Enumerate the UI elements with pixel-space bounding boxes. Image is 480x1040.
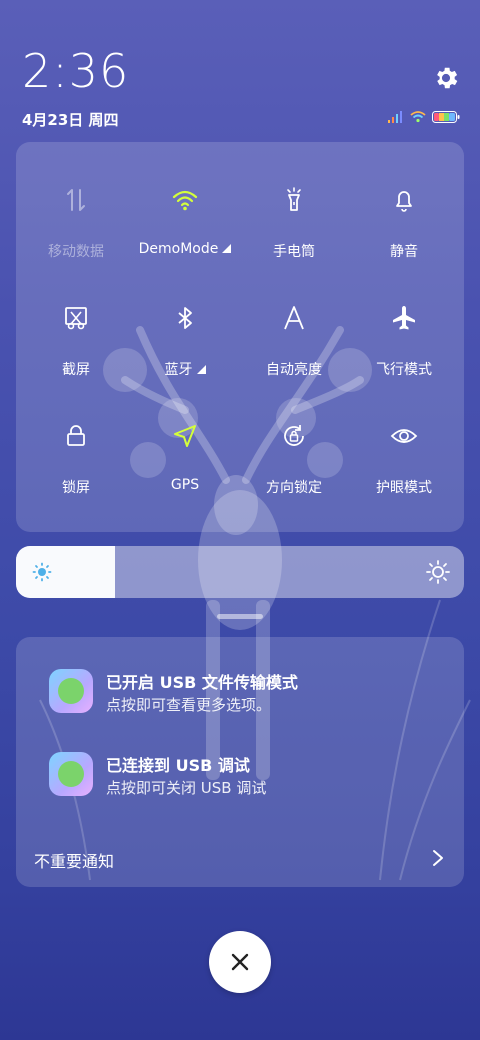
location-arrow-icon (174, 425, 196, 447)
android-app-icon (49, 752, 93, 796)
brightness-slider[interactable] (16, 546, 464, 598)
rotation-lock-icon (284, 425, 304, 446)
mobile-data-icon (67, 189, 85, 211)
notification-body: 点按即可关闭 USB 调试 (106, 779, 267, 797)
airplane-icon (393, 306, 415, 330)
tile-label: 移动数据 (48, 244, 104, 260)
tile-lock-screen[interactable]: 锁屏 (20, 380, 132, 496)
tile-label: 飞行模式 (376, 362, 432, 378)
android-app-icon (49, 669, 93, 713)
expand-triangle-icon (196, 365, 206, 374)
notification-title: 已开启 USB 文件传输模式 (106, 673, 298, 692)
screenshot-icon (65, 307, 87, 330)
tile-label: GPS (170, 477, 200, 493)
tile-label: 蓝牙 (164, 362, 193, 378)
tile-auto-brightness[interactable]: 自动亮度 (238, 262, 350, 378)
clear-all-button[interactable] (209, 931, 271, 993)
tile-label: 静音 (390, 244, 418, 260)
tile-label: 手电筒 (273, 244, 315, 260)
notification-usb-debug[interactable]: 已连接到 USB 调试 点按即可关闭 USB 调试 (32, 752, 452, 804)
tile-eye-care[interactable]: 护眼模式 (348, 380, 460, 496)
wifi-icon (172, 190, 198, 211)
tile-label: 自动亮度 (266, 362, 322, 378)
tile-label: 锁屏 (62, 480, 90, 496)
brightness-low-icon (32, 562, 52, 582)
status-bar: 2:36 4月23日 周四 (0, 0, 480, 140)
tile-airplane[interactable]: 飞行模式 (348, 262, 460, 378)
close-icon (231, 953, 249, 971)
clock: 2:36 (22, 44, 130, 98)
tile-mobile-data[interactable]: 移动数据 (20, 144, 132, 260)
lock-icon (67, 425, 85, 446)
quick-settings-panel: 移动数据 DemoMode 手电筒 静音 截屏 蓝牙 自动亮度 飞行模式 锁屏 … (16, 142, 464, 532)
tile-silent[interactable]: 静音 (348, 144, 460, 260)
tile-label: 护眼模式 (376, 480, 432, 496)
expand-triangle-icon (222, 244, 232, 253)
eye-icon (390, 429, 418, 443)
panel-drag-handle[interactable] (217, 614, 263, 619)
notification-title: 已连接到 USB 调试 (106, 756, 250, 775)
flashlight-icon (287, 187, 301, 211)
date: 4月23日 周四 (22, 111, 119, 129)
gear-icon[interactable] (432, 64, 460, 92)
tile-flashlight[interactable]: 手电筒 (238, 144, 350, 260)
tile-label: DemoMode (138, 241, 219, 257)
bluetooth-icon (178, 307, 192, 329)
wifi-icon (410, 111, 426, 123)
bell-icon (396, 191, 412, 212)
brightness-high-icon (426, 560, 450, 584)
auto-brightness-icon (284, 306, 304, 330)
tile-gps[interactable]: GPS (129, 380, 241, 493)
tile-wifi[interactable]: DemoMode (129, 144, 241, 257)
chevron-right-icon[interactable] (432, 849, 444, 867)
tile-rotation-lock[interactable]: 方向锁定 (238, 380, 350, 496)
cell-signal-icon (388, 111, 402, 123)
tile-label: 方向锁定 (266, 480, 322, 496)
notification-body: 点按即可查看更多选项。 (106, 696, 272, 714)
notification-usb-transfer[interactable]: 已开启 USB 文件传输模式 点按即可查看更多选项。 (32, 669, 452, 721)
tile-bluetooth[interactable]: 蓝牙 (129, 262, 241, 378)
less-important-notifications-link[interactable]: 不重要通知 (34, 848, 114, 872)
battery-icon (432, 111, 460, 123)
brightness-fill (16, 546, 115, 598)
tile-screenshot[interactable]: 截屏 (20, 262, 132, 378)
tile-label: 截屏 (62, 362, 90, 378)
